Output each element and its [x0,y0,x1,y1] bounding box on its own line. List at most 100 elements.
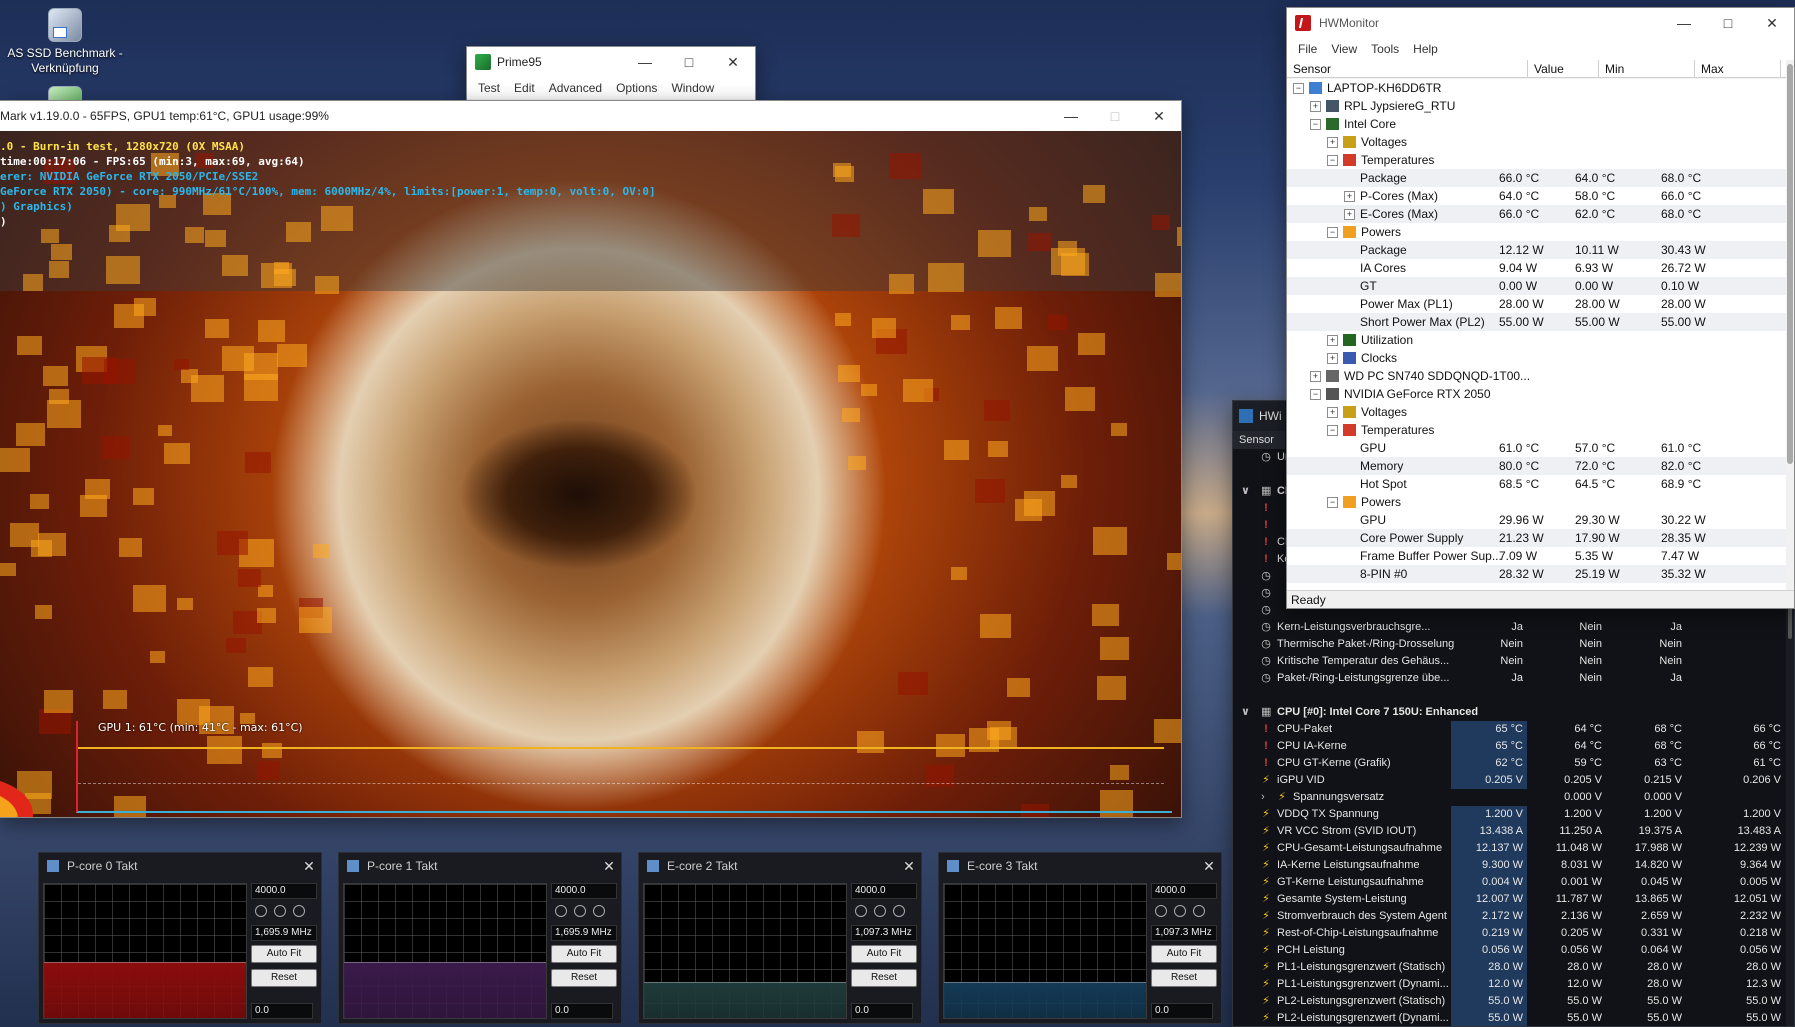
graph-max-value[interactable]: 4000.0 [251,883,317,899]
expand-icon[interactable]: + [1344,190,1355,202]
graph-max-value[interactable]: 4000.0 [851,883,917,899]
sensor-row[interactable]: ⚡ Stromverbrauch des System Agent 2.172 W 2… [1233,908,1788,925]
sensor-row[interactable]: GPU 29.96 W 29.30 W 30.22 W [1287,511,1786,529]
graph-min-value[interactable]: 0.0 [851,1003,913,1019]
tree-node[interactable]: − Temperatures [1287,421,1786,439]
tree-node[interactable]: − LAPTOP-KH6DD6TR [1287,79,1786,97]
sensor-row[interactable]: IA Cores 9.04 W 6.93 W 26.72 W [1287,259,1786,277]
prime95-titlebar[interactable]: Prime95 — □ ✕ [467,47,755,77]
radio-button[interactable] [855,905,867,917]
menu-file[interactable]: File [1291,42,1324,56]
menu-help[interactable]: Help [1406,42,1445,56]
close-icon[interactable]: ✕ [297,858,321,875]
sensor-row[interactable]: Core Power Supply 21.23 W 17.90 W 28.35 W [1287,529,1786,547]
sensor-row[interactable]: Frame Buffer Power Sup... 7.09 W 5.35 W 7.4… [1287,547,1786,565]
sensor-row[interactable]: › ⚡ Spannungsversatz 0.000 V 0.000 V [1233,789,1788,806]
auto-fit-button[interactable]: Auto Fit [851,945,917,963]
sensor-row[interactable]: ⚡ VR VCC Strom (SVID IOUT) 13.438 A 11.250 … [1233,823,1788,840]
close-button[interactable]: ✕ [1750,8,1794,38]
close-icon[interactable]: ✕ [1197,858,1221,875]
maximize-button[interactable]: □ [1706,8,1750,38]
auto-fit-button[interactable]: Auto Fit [1151,945,1217,963]
sensor-row[interactable]: Package 12.12 W 10.11 W 30.43 W [1287,241,1786,259]
sensor-row[interactable]: ◷ Kern-Leistungsverbrauchsgre... Ja Nein Ja [1233,619,1788,636]
chevron-down-icon[interactable]: ∨ [1241,483,1250,500]
auto-fit-button[interactable]: Auto Fit [551,945,617,963]
collapse-icon[interactable]: − [1327,226,1338,238]
sensor-row[interactable]: ⚡ Rest-of-Chip-Leistungsaufnahme 0.219 W 0.… [1233,925,1788,942]
radio-button[interactable] [1155,905,1167,917]
tree-node[interactable]: − Powers [1287,223,1786,241]
sensor-row[interactable]: 8-PIN #0 28.32 W 25.19 W 35.32 W [1287,565,1786,583]
prime95-window[interactable]: Prime95 — □ ✕ Test Edit Advanced Options… [466,46,756,106]
sensor-group-header[interactable]: ∨ ▦ CPU [#0]: Intel Core 7 150U: Enhanced [1233,704,1788,721]
maximize-button[interactable]: □ [667,47,711,77]
tree-node[interactable]: + Voltages [1287,133,1786,151]
collapse-icon[interactable]: − [1327,154,1338,166]
tree-node[interactable]: + Voltages [1287,403,1786,421]
radio-button[interactable] [874,905,886,917]
close-icon[interactable]: ✕ [897,858,921,875]
sensor-row[interactable]: + P-Cores (Max) 64.0 °C 58.0 °C 66.0 °C [1287,187,1786,205]
graph-titlebar[interactable]: E-core 2 Takt ✕ [639,853,921,879]
tree-node[interactable]: + WD PC SN740 SDDQNQD-1T00... [1287,367,1786,385]
graph-panel[interactable]: E-core 3 Takt ✕ 4000.0 1,097.3 MHz Auto Fit R… [938,852,1222,1024]
column-header-max[interactable]: Max [1695,60,1781,77]
reset-button[interactable]: Reset [251,969,317,987]
graph-titlebar[interactable]: P-core 0 Takt ✕ [39,853,321,879]
expand-icon[interactable]: + [1327,406,1338,418]
graph-panel[interactable]: P-core 1 Takt ✕ 4000.0 1,695.9 MHz Auto Fit R… [338,852,622,1024]
tree-node[interactable]: − Intel Core [1287,115,1786,133]
reset-button[interactable]: Reset [851,969,917,987]
scrollbar[interactable] [1786,60,1794,591]
collapse-icon[interactable]: − [1327,424,1338,436]
graph-titlebar[interactable]: E-core 3 Takt ✕ [939,853,1221,879]
tree-node[interactable]: + Clocks [1287,349,1786,367]
sensor-row[interactable]: ⚡ iGPU VID 0.205 V 0.205 V 0.215 V 0.206 V [1233,772,1788,789]
auto-fit-button[interactable]: Auto Fit [251,945,317,963]
hwinfo-titlebar[interactable]: HWi [1233,401,1285,431]
maximize-button[interactable]: □ [1093,101,1137,131]
tree-node[interactable]: − Temperatures [1287,151,1786,169]
sensor-row[interactable]: GT 0.00 W 0.00 W 0.10 W [1287,277,1786,295]
radio-button[interactable] [893,905,905,917]
desktop-icon-as-ssd[interactable]: AS SSD Benchmark - Verknüpfung [0,8,130,76]
sensor-row[interactable]: Hot Spot 68.5 °C 64.5 °C 68.9 °C [1287,475,1786,493]
radio-button[interactable] [1193,905,1205,917]
sensor-row[interactable]: ◷ Thermische Paket-/Ring-Drosselung Nein Ne… [1233,636,1788,653]
column-header-value[interactable]: Value [1528,60,1599,77]
sensor-row[interactable]: ◷ Paket-/Ring-Leistungsgrenze übe... Ja Nei… [1233,670,1788,687]
furmark-titlebar[interactable]: Mark v1.19.0.0 - 65FPS, GPU1 temp:61°C, … [0,101,1181,131]
scrollbar-thumb[interactable] [1787,64,1793,464]
tree-node[interactable]: − Powers [1287,493,1786,511]
radio-button[interactable] [1174,905,1186,917]
minimize-button[interactable]: — [1049,101,1093,131]
reset-button[interactable]: Reset [1151,969,1217,987]
radio-button[interactable] [274,905,286,917]
tree-node[interactable]: + Utilization [1287,331,1786,349]
sensor-row[interactable]: Short Power Max (PL2) 55.00 W 55.00 W 55.00… [1287,313,1786,331]
expand-icon[interactable]: + [1344,208,1355,220]
graph-min-value[interactable]: 0.0 [1151,1003,1213,1019]
graph-max-value[interactable]: 4000.0 [551,883,617,899]
minimize-button[interactable]: — [623,47,667,77]
column-header-sensor[interactable]: Sensor [1287,60,1528,77]
sensor-row[interactable]: ⚡ PL2-Leistungsgrenzwert (Statisch) 55.0 W… [1233,993,1788,1010]
sensor-row[interactable]: ⚡ PL2-Leistungsgrenzwert (Dynami... 55.0 W… [1233,1010,1788,1026]
sensor-row[interactable]: ⚡ Gesamte System-Leistung 12.007 W 11.787 W… [1233,891,1788,908]
sensor-row[interactable]: + E-Cores (Max) 66.0 °C 62.0 °C 68.0 °C [1287,205,1786,223]
hwmonitor-titlebar[interactable]: HWMonitor — □ ✕ [1287,8,1794,38]
graph-max-value[interactable]: 4000.0 [1151,883,1217,899]
collapse-icon[interactable]: − [1327,496,1338,508]
sensor-row[interactable]: Package 66.0 °C 64.0 °C 68.0 °C [1287,169,1786,187]
sensor-row[interactable]: ⚡ VDDQ TX Spannung 1.200 V 1.200 V 1.200 V 1.… [1233,806,1788,823]
radio-button[interactable] [293,905,305,917]
graph-titlebar[interactable]: P-core 1 Takt ✕ [339,853,621,879]
sensor-row[interactable]: ! CPU-Paket 65 °C 64 °C 68 °C 66 °C [1233,721,1788,738]
tree-node[interactable]: − NVIDIA GeForce RTX 2050 [1287,385,1786,403]
chevron-down-icon[interactable]: ∨ [1241,704,1250,721]
close-icon[interactable]: ✕ [597,858,621,875]
sensor-row[interactable]: ! CPU GT-Kerne (Grafik) 62 °C 59 °C 63 °C 61 … [1233,755,1788,772]
expand-icon[interactable]: + [1310,100,1321,112]
menu-view[interactable]: View [1324,42,1364,56]
